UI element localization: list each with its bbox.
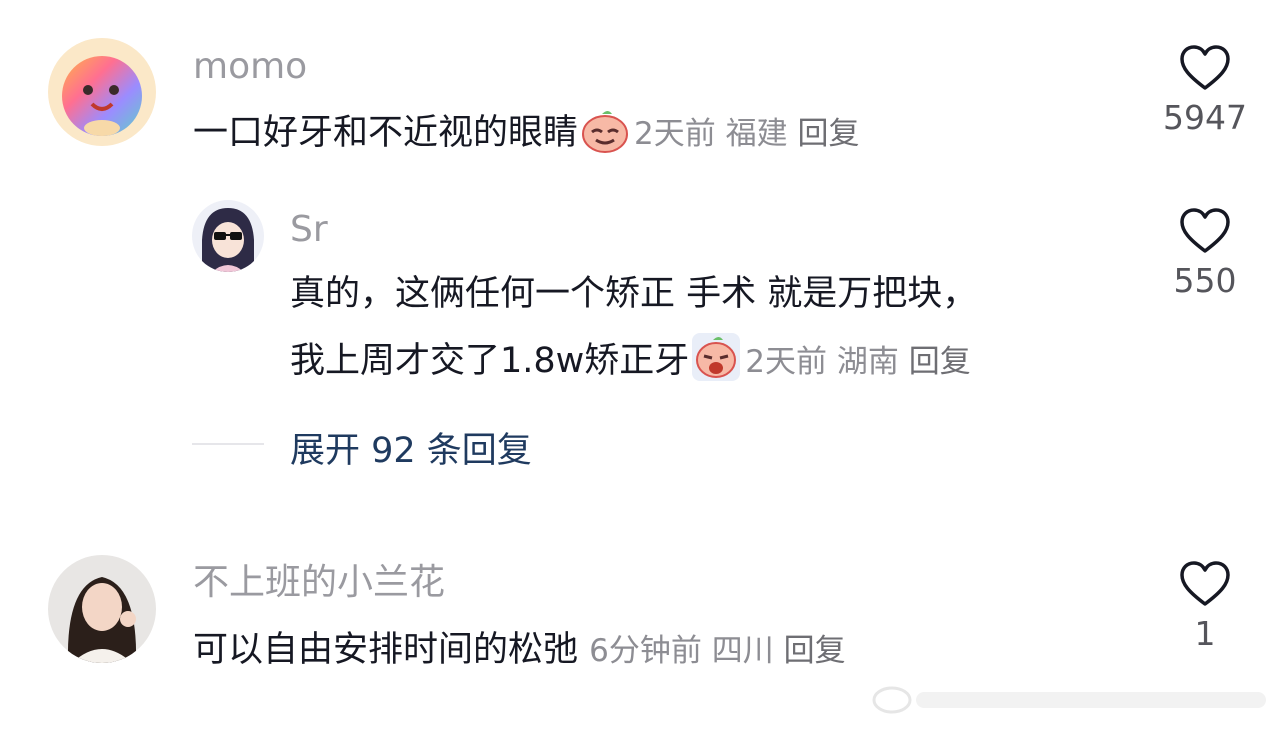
anime-girl-avatar-image: [192, 200, 264, 272]
like-button[interactable]: 550: [1150, 207, 1260, 301]
woman-photo-avatar-image: [48, 555, 156, 663]
reply-button[interactable]: 回复: [909, 344, 971, 380]
reply-button[interactable]: 回复: [784, 633, 846, 669]
reply-time: 2天前: [745, 344, 828, 380]
comment-meta: 2天前 福建 回复: [634, 116, 859, 152]
avatar-sr[interactable]: [192, 200, 264, 272]
heart-outline-icon: [1180, 45, 1230, 90]
watermark: [870, 676, 1270, 716]
like-button[interactable]: 5947: [1150, 44, 1260, 138]
like-count: 1: [1194, 614, 1216, 653]
reply-meta: 2天前 湖南 回复: [745, 344, 970, 380]
like-count: 5947: [1163, 98, 1247, 137]
comment-time: 6分钟前: [589, 633, 702, 669]
comment-username[interactable]: 不上班的小兰花: [193, 563, 445, 603]
comment-location: 四川: [711, 633, 774, 669]
reply-button[interactable]: 回复: [797, 116, 859, 152]
comment-username[interactable]: momo: [193, 47, 307, 87]
reply-username[interactable]: Sr: [290, 210, 328, 250]
avatar-momo[interactable]: [48, 38, 156, 146]
avatar-xiaolanhua[interactable]: [48, 555, 156, 663]
comment-time: 2天前: [634, 116, 716, 152]
comment-meta: 6分钟前 四川 回复: [589, 633, 845, 669]
reply-text-row: 我上周才交了1.8w矫正牙 2天前 湖南 回复: [290, 329, 971, 403]
heart-outline-icon: [1180, 561, 1230, 606]
expand-replies-button[interactable]: 展开 92 条回复: [290, 422, 532, 473]
expand-divider: [192, 443, 264, 445]
comment-text: 一口好牙和不近视的眼睛: [193, 113, 579, 153]
comment-text: 可以自由安排时间的松弛: [193, 630, 579, 670]
heart-outline-icon: [1180, 208, 1230, 253]
rainbow-mascot-avatar-image: [48, 38, 156, 146]
reply-text-line-2: 我上周才交了1.8w矫正牙: [290, 341, 690, 381]
comment-text-row: 可以自由安排时间的松弛 6分钟前 四川 回复: [193, 618, 846, 683]
comment-location: 福建: [725, 116, 788, 152]
weibo-watermark-icon: [872, 686, 1266, 714]
reply-location: 湖南: [836, 344, 899, 380]
peach-smile-emoji-icon: [580, 108, 630, 175]
peach-crying-emoji-icon: [691, 332, 741, 403]
comment-text-row: 一口好牙和不近视的眼睛 2天前 福建 回复: [193, 101, 859, 175]
like-count: 550: [1173, 261, 1237, 300]
like-button[interactable]: 1: [1150, 560, 1260, 654]
reply-text-line-1: 真的，这俩任何一个矫正 手术 就是万把块，: [290, 274, 978, 314]
